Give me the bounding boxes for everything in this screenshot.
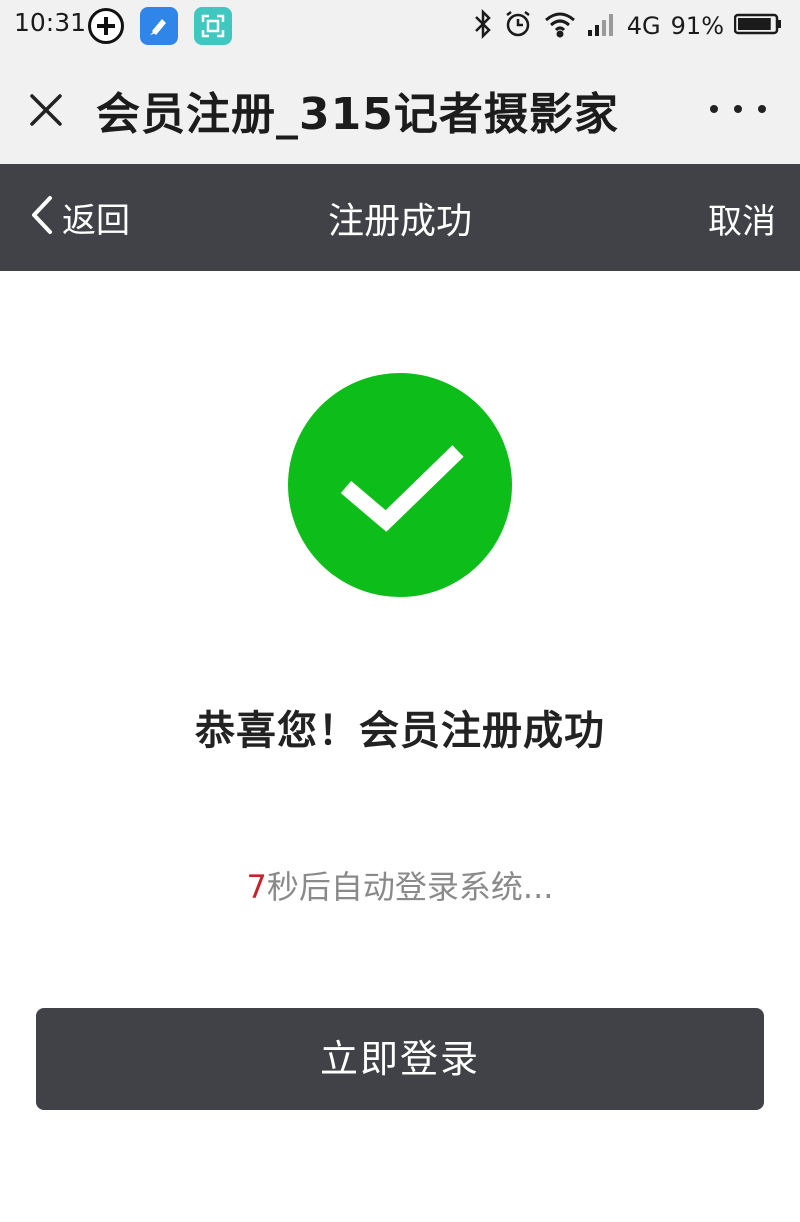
nav-bar: 返回 注册成功 取消 [0,164,800,271]
battery-icon [733,12,782,40]
close-icon[interactable] [22,86,70,134]
alarm-icon [503,9,533,43]
status-indicators: 4G 91% [473,6,782,46]
nav-title: 注册成功 [327,201,472,242]
status-time: 10:31 [14,8,87,37]
bluetooth-icon [473,8,493,43]
title-bar: 会员注册_315记者摄影家 [0,52,800,164]
signal-icon [587,10,617,42]
network-type: 4G [626,12,661,40]
success-circle [288,373,512,597]
plus-app-icon [88,8,124,44]
page-title: 会员注册_315记者摄影家 [96,89,619,140]
login-now-button[interactable]: 立即登录 [36,1008,764,1110]
scan-app-icon [194,7,232,45]
countdown-label: 秒后自动登录系统... [266,868,554,906]
battery-percent: 91% [670,12,724,40]
countdown-seconds: 7 [246,868,267,906]
success-message: 恭喜您！会员注册成功 [195,708,605,754]
status-bar: 10:31 4G 91% [0,0,800,52]
wifi-icon [543,10,577,42]
cancel-button[interactable]: 取消 [708,194,776,243]
countdown-text: 7秒后自动登录系统... [0,862,800,908]
more-icon[interactable] [710,102,766,116]
checkmark-icon [340,445,464,532]
brush-app-icon [140,7,178,45]
